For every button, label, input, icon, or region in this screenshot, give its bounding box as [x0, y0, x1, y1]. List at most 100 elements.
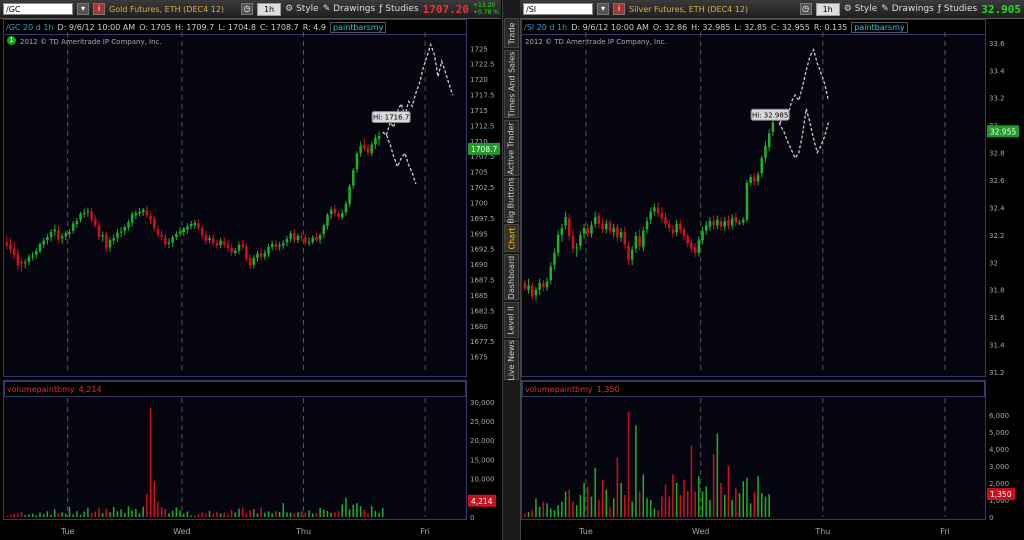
gold-net-change-pct: +0.78 %: [473, 9, 499, 16]
tab-chart[interactable]: Chart: [504, 224, 519, 252]
gold-volume-tick-label: 30,000: [470, 399, 495, 407]
gold-y-tick-label: 1722.5: [470, 61, 495, 69]
gold-time-icon[interactable]: ◷: [240, 3, 253, 15]
silver-date: D: 9/6/12 10:00 AM: [571, 22, 649, 32]
silver-x-tick-label: Tue: [578, 527, 593, 536]
silver-studies-label: Studies: [943, 4, 978, 14]
silver-current-price-label: 32.955: [990, 127, 1016, 136]
silver-study-tag[interactable]: paintbarsmy: [851, 21, 908, 33]
gold-drawings-label: Drawings: [333, 4, 376, 14]
silver-link-icon[interactable]: ▾: [597, 3, 609, 15]
silver-range: R: 0.135: [813, 22, 848, 32]
gold-y-tick-label: 1717.5: [470, 92, 495, 100]
gold-studies-label: Studies: [385, 4, 419, 14]
tab-level-ii[interactable]: Level II: [504, 302, 519, 338]
gold-volume-header: volumepaintbmy 4,214: [4, 381, 466, 397]
silver-style-label: Style: [854, 4, 878, 14]
gold-x-tick-label: Wed: [173, 527, 190, 536]
gold-y-tick-label: 1705: [470, 169, 488, 177]
gold-y-tick-label: 1695: [470, 230, 488, 238]
silver-y-tick-label: 33: [989, 122, 998, 130]
silver-y-tick-label: 31.2: [989, 369, 1005, 377]
gold-study-tag[interactable]: paintbarsmy: [330, 21, 387, 33]
gold-y-tick-label: 1712.5: [470, 122, 495, 130]
silver-symbol-input[interactable]: /SI: [523, 3, 593, 15]
silver-aggregation-button[interactable]: 1h: [815, 2, 840, 16]
gold-volume-tick-label: 5,000: [470, 495, 490, 503]
silver-volume-label[interactable]: volumepaintbmy: [525, 385, 593, 394]
gold-y-tick-label: 1692.5: [470, 246, 495, 254]
silver-style-button[interactable]: ⚙ Style: [844, 4, 878, 14]
gold-drawings-button[interactable]: ✎ Drawings: [323, 4, 376, 14]
gold-y-tick-label: 1715: [470, 107, 488, 115]
gold-volume-label[interactable]: volumepaintbmy: [7, 385, 75, 394]
tab-times-and-sales[interactable]: Times And Sales: [504, 50, 519, 118]
gold-x-tick-label: Tue: [60, 527, 75, 536]
silver-y-tick-label: 32.6: [989, 177, 1005, 185]
gold-chart-symbol: /GC 20 d 1h: [6, 22, 54, 32]
silver-x-tick-label: Fri: [940, 527, 950, 536]
silver-y-tick-label: 32.4: [989, 204, 1005, 212]
gold-y-tick-label: 1697.5: [470, 215, 495, 223]
gold-y-tick-label: 1682.5: [470, 307, 495, 315]
tab-active-trader[interactable]: Active Trader: [504, 120, 519, 176]
silver-studies-button[interactable]: ƒ Studies: [938, 4, 977, 14]
gold-net-change-abs: +13.20: [473, 2, 496, 9]
silver-volume-tick-label: 4,000: [989, 446, 1009, 454]
gold-y-tick-label: 1710: [470, 138, 488, 146]
gold-toolbar: /GC ▾ i Gold Futures, ETH (DEC4 12) ◷ 1h…: [0, 0, 501, 19]
tab-dashboard-label: Dashboard: [507, 255, 516, 299]
silver-y-tick-label: 32.2: [989, 232, 1005, 240]
gold-style-button[interactable]: ⚙ Style: [285, 4, 319, 14]
silver-ohlc-header: /SI 20 d 1h D: 9/6/12 10:00 AM O: 32.86 …: [522, 20, 985, 35]
silver-y-tick-label: 32.8: [989, 150, 1005, 158]
gold-description: Gold Futures, ETH (DEC4 12): [109, 4, 225, 14]
gold-price-panel: /GC 20 d 1h D: 9/6/12 10:00 AM O: 1705 H…: [3, 19, 467, 377]
gold-y-tick-label: 1685: [470, 292, 488, 300]
silver-price-panel: /SI 20 d 1h D: 9/6/12 10:00 AM O: 32.86 …: [521, 19, 986, 377]
gold-high: H: 1709.7: [174, 22, 215, 32]
gold-y-tick-label: 1675: [470, 354, 488, 362]
gold-y-tick-label: 1725: [470, 45, 488, 53]
silver-volume-panel: volumepaintbmy 1,350: [521, 380, 986, 520]
gold-volume-tick-label: 20,000: [470, 437, 495, 445]
silver-current-volume-tag: [987, 488, 1015, 501]
gold-y-tick-label: 1690: [470, 261, 488, 269]
tab-live-news[interactable]: Live News: [504, 340, 519, 380]
silver-last-price: 32.905: [981, 2, 1021, 16]
silver-y-tick-label: 33.6: [989, 40, 1005, 48]
silver-description: Silver Futures, ETH (DEC4 12): [629, 4, 749, 14]
gold-current-price-label: 1708.7: [471, 145, 497, 154]
gold-x-tick-label: Thu: [295, 527, 311, 536]
gold-close: C: 1708.7: [259, 22, 299, 32]
tab-dashboard[interactable]: Dashboard: [504, 254, 519, 300]
gold-volume-tick-label: 15,000: [470, 456, 495, 464]
gold-symbol-input[interactable]: /GC: [3, 3, 73, 15]
gold-date: D: 9/6/12 10:00 AM: [57, 22, 136, 32]
gold-current-volume-tag: [468, 494, 496, 507]
gold-y-tick-label: 1700: [470, 199, 488, 207]
silver-close: C: 32.955: [771, 22, 810, 32]
gold-status-icon[interactable]: 1: [7, 36, 16, 45]
gold-y-tick-label: 1677.5: [470, 338, 495, 346]
gold-aggregation-button[interactable]: 1h: [256, 2, 282, 16]
silver-time-icon[interactable]: ◷: [799, 3, 812, 15]
gold-y-tick-label: 1680: [470, 323, 488, 331]
gold-volume-tick-label: 10,000: [470, 476, 495, 484]
silver-info-icon[interactable]: i: [613, 3, 625, 15]
tab-live-news-label: Live News: [507, 339, 516, 381]
gold-open: O: 1705: [139, 22, 171, 32]
silver-x-tick-label: Wed: [692, 527, 709, 536]
gold-info-icon[interactable]: i: [93, 3, 105, 15]
gold-studies-button[interactable]: ƒ Studies: [379, 4, 418, 14]
tab-times-and-sales-label: Times And Sales: [507, 51, 516, 117]
silver-drawings-button[interactable]: ✎ Drawings: [881, 4, 934, 14]
gold-range: R: 4.9: [302, 22, 327, 32]
tab-chart-label: Chart: [507, 227, 517, 249]
tab-trade[interactable]: Trade: [504, 18, 519, 48]
silver-volume-header: volumepaintbmy 1,350: [522, 381, 985, 397]
gold-link-icon[interactable]: ▾: [77, 3, 89, 15]
gold-current-price-tag: [468, 142, 500, 155]
silver-volume-tick-label: 1,000: [989, 497, 1009, 505]
tab-big-buttons[interactable]: Big Buttons: [504, 177, 519, 223]
